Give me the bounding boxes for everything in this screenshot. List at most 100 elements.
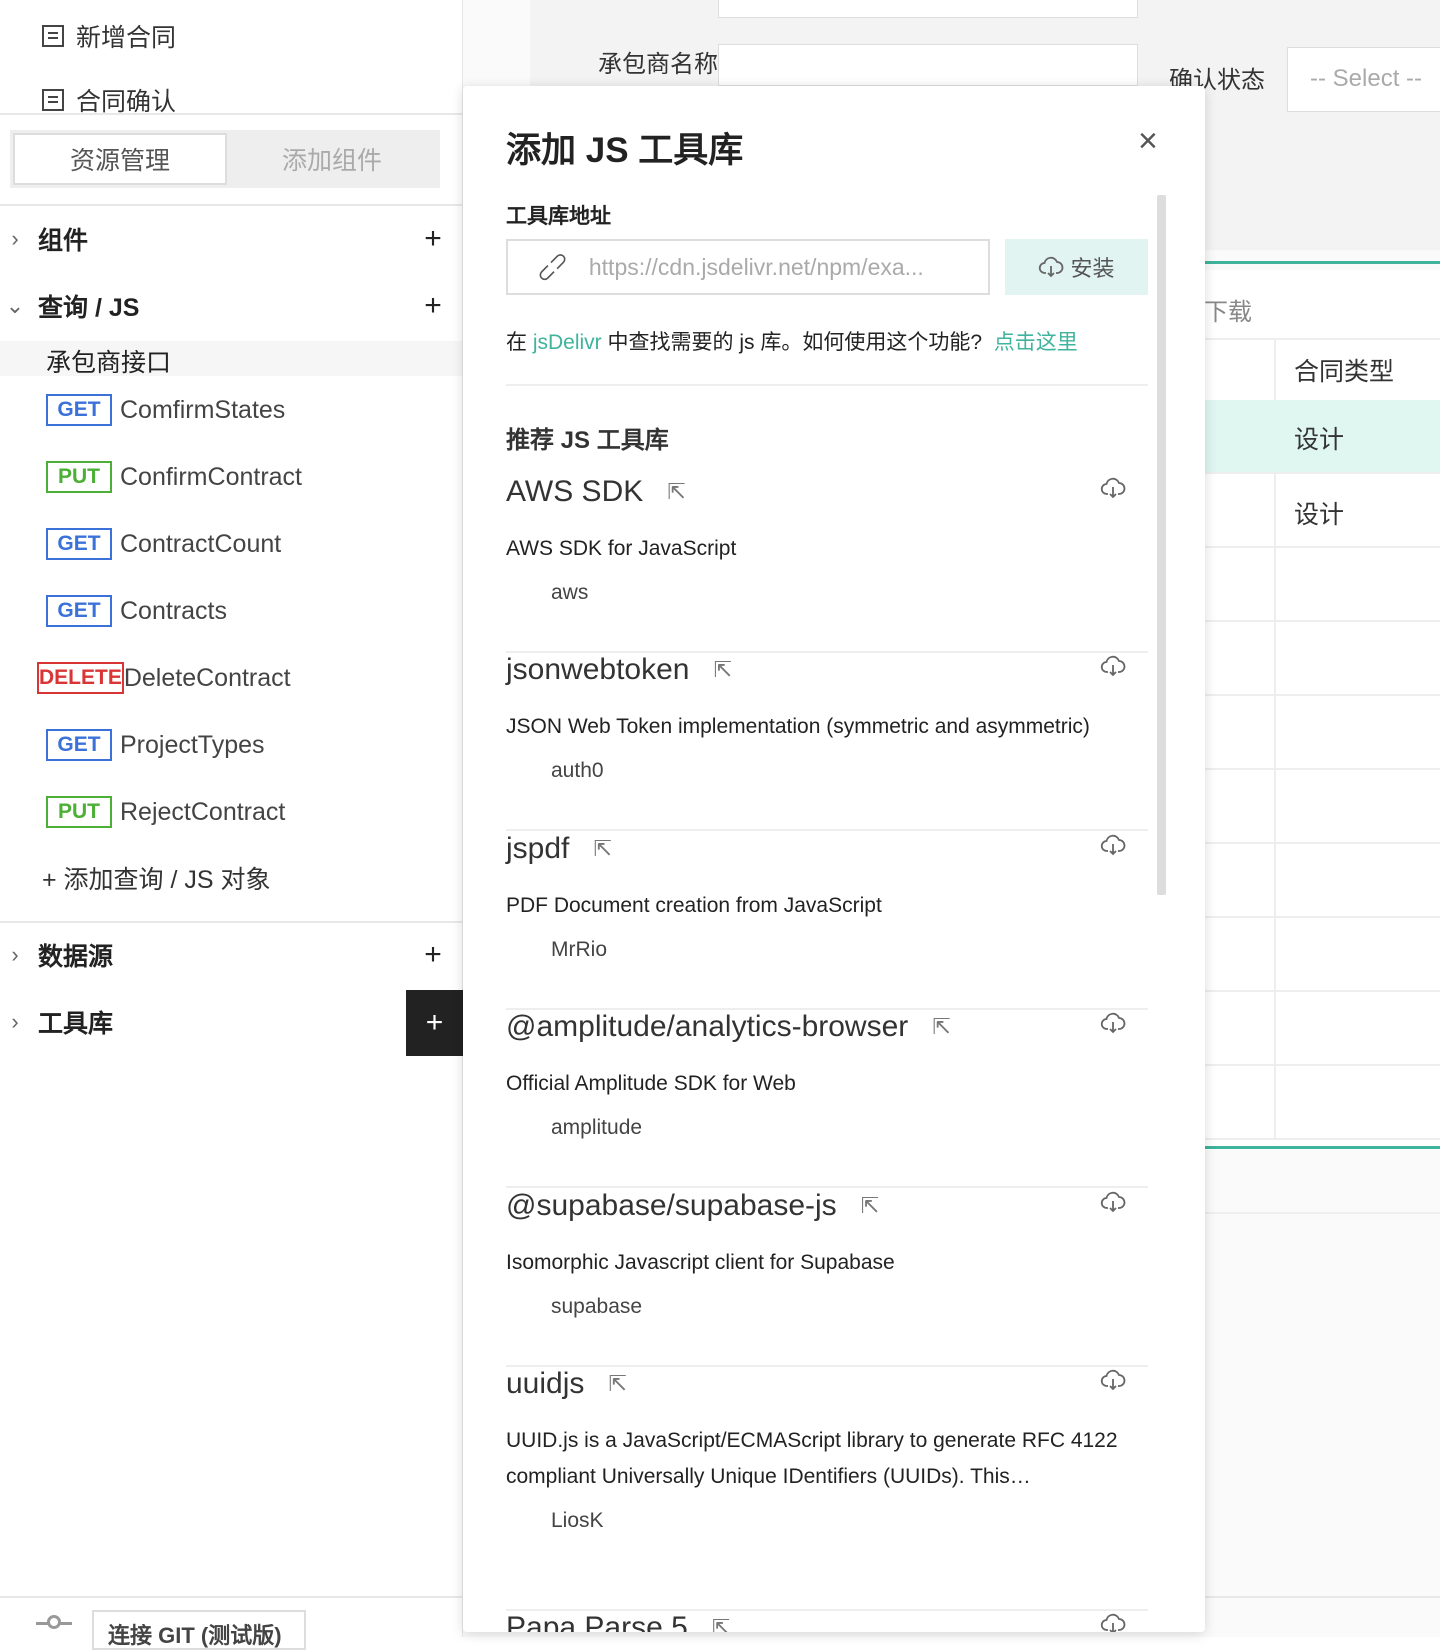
help-text: 在 jsDelivr 中查找需要的 js 库。如何使用这个功能? 点击这里 [506, 326, 1078, 356]
install-library-button[interactable] [1100, 1189, 1126, 1220]
chevron-right-icon: › [11, 942, 19, 967]
library-author: auth0 [551, 759, 604, 782]
section-label: 查询 / JS [38, 294, 140, 322]
api-name: Contracts [120, 596, 227, 625]
section-label: 组件 [38, 227, 89, 255]
recommended-heading: 推荐 JS 工具库 [506, 427, 669, 454]
section-components[interactable]: › 组件 + [0, 217, 463, 261]
method-badge: GET [46, 394, 112, 426]
install-library-button[interactable] [1100, 1367, 1126, 1398]
library-description: AWS SDK for JavaScript [506, 537, 737, 560]
install-library-button[interactable] [1100, 475, 1126, 506]
cloud-download-icon[interactable] [1100, 832, 1126, 858]
api-name: RejectContract [120, 797, 286, 826]
library-author: aws [551, 581, 589, 604]
cloud-download-icon[interactable] [1100, 653, 1126, 679]
library-description: UUID.js is a JavaScript/ECMAScript libra… [506, 1429, 1118, 1488]
row-divider [1204, 620, 1440, 622]
library-item: @supabase/supabase-js ⇱ Isomorphic Javascr… [506, 1189, 1148, 1367]
sidebar: 新增合同 合同确认 资源管理 添加组件 › 组件 + ⌄ 查询 / JS + 承包商接口… [0, 0, 1440, 1650]
table: 下载 合同类型 设计 设计 [1204, 270, 1440, 1214]
add-icon[interactable]: + [403, 289, 463, 323]
method-badge: GET [46, 528, 112, 560]
api-name: DeleteContract [123, 663, 291, 692]
table-header-contract-type: 合同类型 [1294, 358, 1395, 386]
api-item[interactable]: PUT ConfirmContract [46, 457, 302, 497]
row-divider [1204, 472, 1440, 474]
external-link-icon[interactable]: ⇱ [713, 657, 731, 683]
install-library-button[interactable] [1100, 653, 1126, 684]
section-libraries[interactable]: › 工具库 [0, 1000, 463, 1044]
api-item[interactable]: GET ProjectTypes [46, 725, 265, 765]
method-badge: GET [46, 729, 112, 761]
cloud-download-icon[interactable] [1100, 1010, 1126, 1036]
library-name[interactable]: jsonwebtoken [506, 653, 689, 687]
external-link-icon[interactable]: ⇱ [712, 1615, 730, 1632]
library-name[interactable]: AWS SDK [506, 475, 643, 509]
api-name: ProjectTypes [120, 730, 265, 759]
cloud-download-icon[interactable] [1100, 1611, 1126, 1632]
cloud-download-icon[interactable] [1100, 1367, 1126, 1393]
tab-add-widget[interactable]: 添加组件 [227, 133, 437, 185]
external-link-icon[interactable]: ⇱ [932, 1014, 950, 1040]
install-button[interactable]: 安装 [1005, 239, 1148, 295]
row-divider [1204, 990, 1440, 992]
modal-title: 添加 JS 工具库 [506, 131, 744, 170]
jsdelivr-link[interactable]: jsDelivr [533, 331, 602, 354]
help-middle: 中查找需要的 js 库。如何使用这个功能? [601, 331, 983, 354]
api-item[interactable]: GET ContractCount [46, 524, 281, 564]
external-link-icon[interactable]: ⇱ [608, 1371, 626, 1397]
row-divider [1204, 1212, 1440, 1214]
api-name: ConfirmContract [120, 462, 302, 491]
library-name[interactable]: uuidjs [506, 1367, 584, 1401]
install-library-button[interactable] [1100, 1010, 1126, 1041]
table-cell: 设计 [1294, 501, 1345, 529]
library-item: Papa Parse 5 ⇱ [506, 1611, 1148, 1632]
page-label: 合同确认 [76, 88, 177, 113]
add-query-button[interactable]: + 添加查询 / JS 对象 [42, 860, 271, 896]
api-item[interactable]: PUT RejectContract [46, 792, 285, 832]
status-select[interactable]: -- Select -- [1287, 47, 1440, 112]
download-link[interactable]: 下载 [1204, 292, 1252, 327]
page-item-contract-confirm[interactable]: 合同确认 [42, 82, 176, 113]
install-library-button[interactable] [1100, 1611, 1126, 1632]
table-top-border [1204, 261, 1440, 264]
connect-git-button[interactable]: 连接 GIT (测试版) [92, 1610, 306, 1650]
add-icon[interactable]: + [403, 222, 463, 256]
library-author: LiosK [551, 1509, 604, 1532]
close-icon[interactable]: × [1138, 122, 1158, 161]
cloud-download-icon[interactable] [1100, 475, 1126, 501]
library-description: JSON Web Token implementation (symmetric… [506, 715, 1090, 738]
api-item[interactable]: GET Contracts [46, 591, 227, 631]
add-library-button[interactable]: + [406, 990, 463, 1056]
external-link-icon[interactable]: ⇱ [861, 1193, 879, 1219]
install-library-button[interactable] [1100, 832, 1126, 863]
modal-scrollbar[interactable] [1157, 195, 1166, 895]
library-name[interactable]: Papa Parse 5 [506, 1611, 688, 1632]
row-divider [1204, 842, 1440, 844]
library-name[interactable]: @amplitude/analytics-browser [506, 1010, 908, 1044]
section-queries[interactable]: ⌄ 查询 / JS + [0, 284, 463, 328]
git-icon [36, 1615, 72, 1629]
contractor-input[interactable] [718, 44, 1138, 86]
library-author: amplitude [551, 1116, 643, 1139]
api-item[interactable]: DELETE DeleteContract [37, 658, 291, 698]
library-name[interactable]: jspdf [506, 832, 569, 866]
external-link-icon[interactable]: ⇱ [667, 479, 685, 505]
api-item[interactable]: GET ComfirmStates [46, 390, 285, 430]
form-input-top[interactable] [718, 0, 1138, 18]
url-input[interactable]: ⊂⊃ https://cdn.jsdelivr.net/npm/exa... [506, 239, 990, 295]
add-icon[interactable]: + [403, 938, 463, 972]
library-name[interactable]: @supabase/supabase-js [506, 1189, 837, 1223]
click-here-link[interactable]: 点击这里 [994, 331, 1078, 354]
api-name: ContractCount [120, 529, 282, 558]
cloud-download-icon[interactable] [1100, 1189, 1126, 1215]
query-group[interactable]: 承包商接口 [0, 341, 462, 377]
url-label: 工具库地址 [506, 205, 611, 228]
section-datasources[interactable]: › 数据源 + [0, 933, 463, 977]
help-prefix: 在 [506, 331, 533, 354]
library-description: Official Amplitude SDK for Web [506, 1072, 796, 1095]
install-label: 安装 [1070, 256, 1115, 281]
tab-resources[interactable]: 资源管理 [13, 133, 227, 185]
external-link-icon[interactable]: ⇱ [593, 836, 611, 862]
